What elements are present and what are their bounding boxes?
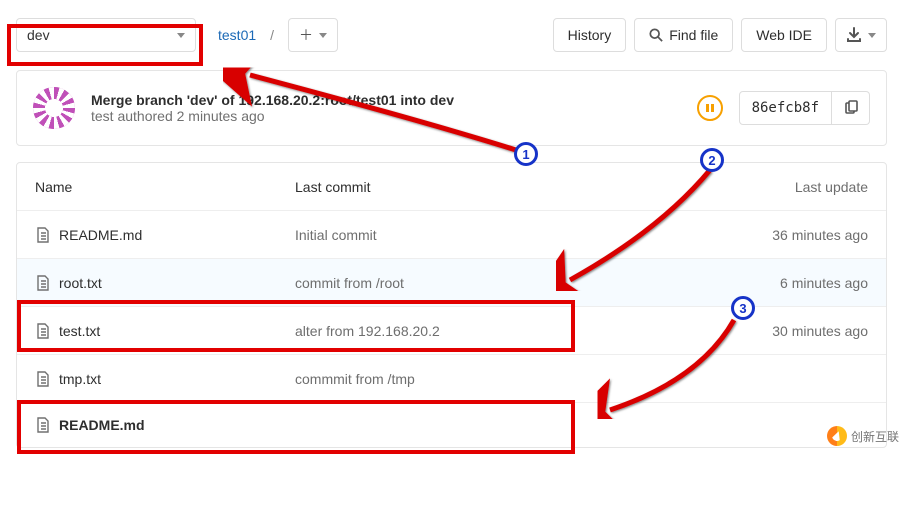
file-icon: [35, 371, 51, 387]
last-commit-panel: Merge branch 'dev' of 192.168.20.2:root/…: [16, 70, 887, 146]
find-file-button[interactable]: Find file: [634, 18, 733, 52]
readme-header: README.md: [17, 403, 886, 447]
file-icon: [35, 323, 51, 339]
file-commit: commmit from /tmp: [295, 371, 668, 387]
copy-sha-button[interactable]: [832, 91, 870, 125]
commit-title[interactable]: Merge branch 'dev' of 192.168.20.2:root/…: [91, 92, 681, 108]
file-tree-header: Name Last commit Last update: [17, 163, 886, 211]
file-time: 36 minutes ago: [668, 227, 868, 243]
file-commit: Initial commit: [295, 227, 668, 243]
file-name: root.txt: [59, 275, 102, 291]
avatar: [33, 87, 75, 129]
plus-icon: ＋: [299, 25, 313, 45]
chevron-down-icon: [319, 33, 327, 38]
search-icon: [649, 28, 663, 42]
file-commit: alter from 192.168.20.2: [295, 323, 668, 339]
download-dropdown[interactable]: [835, 18, 887, 52]
file-time: 6 minutes ago: [668, 275, 868, 291]
file-icon: [35, 275, 51, 291]
col-commit: Last commit: [295, 179, 668, 195]
watermark-logo-icon: [827, 426, 847, 446]
file-icon: [35, 227, 51, 243]
add-file-dropdown[interactable]: ＋: [288, 18, 338, 52]
breadcrumb-sep: /: [270, 27, 274, 43]
web-ide-button[interactable]: Web IDE: [741, 18, 827, 52]
table-row[interactable]: README.md Initial commit 36 minutes ago: [17, 211, 886, 259]
top-toolbar: dev test01 / ＋ History Find file Web IDE: [0, 0, 903, 70]
commit-sha[interactable]: 86efcb8f: [739, 91, 832, 125]
file-commit: commit from /root: [295, 275, 668, 291]
branch-name: dev: [27, 27, 50, 43]
download-icon: [846, 27, 862, 43]
readme-title: README.md: [59, 417, 145, 433]
history-button[interactable]: History: [553, 18, 627, 52]
file-icon: [35, 417, 51, 433]
file-tree: Name Last commit Last update README.md I…: [16, 162, 887, 448]
file-name: README.md: [59, 227, 142, 243]
table-row[interactable]: test.txt alter from 192.168.20.2 30 minu…: [17, 307, 886, 355]
chevron-down-icon: [868, 33, 876, 38]
pipeline-status-icon[interactable]: [697, 95, 723, 121]
chevron-down-icon: [177, 33, 185, 38]
table-row[interactable]: root.txt commit from /root 6 minutes ago: [17, 259, 886, 307]
branch-switcher[interactable]: dev: [16, 18, 196, 52]
watermark-text: 创新互联: [851, 428, 899, 445]
breadcrumb-repo[interactable]: test01: [218, 27, 256, 43]
watermark: 创新互联: [827, 426, 899, 446]
commit-author-line: test authored 2 minutes ago: [91, 108, 681, 124]
table-row[interactable]: tmp.txt commmit from /tmp: [17, 355, 886, 403]
file-time: 30 minutes ago: [668, 323, 868, 339]
file-name: tmp.txt: [59, 371, 101, 387]
file-name: test.txt: [59, 323, 100, 339]
col-update: Last update: [668, 179, 868, 195]
col-name: Name: [35, 179, 295, 195]
copy-icon: [843, 100, 859, 116]
